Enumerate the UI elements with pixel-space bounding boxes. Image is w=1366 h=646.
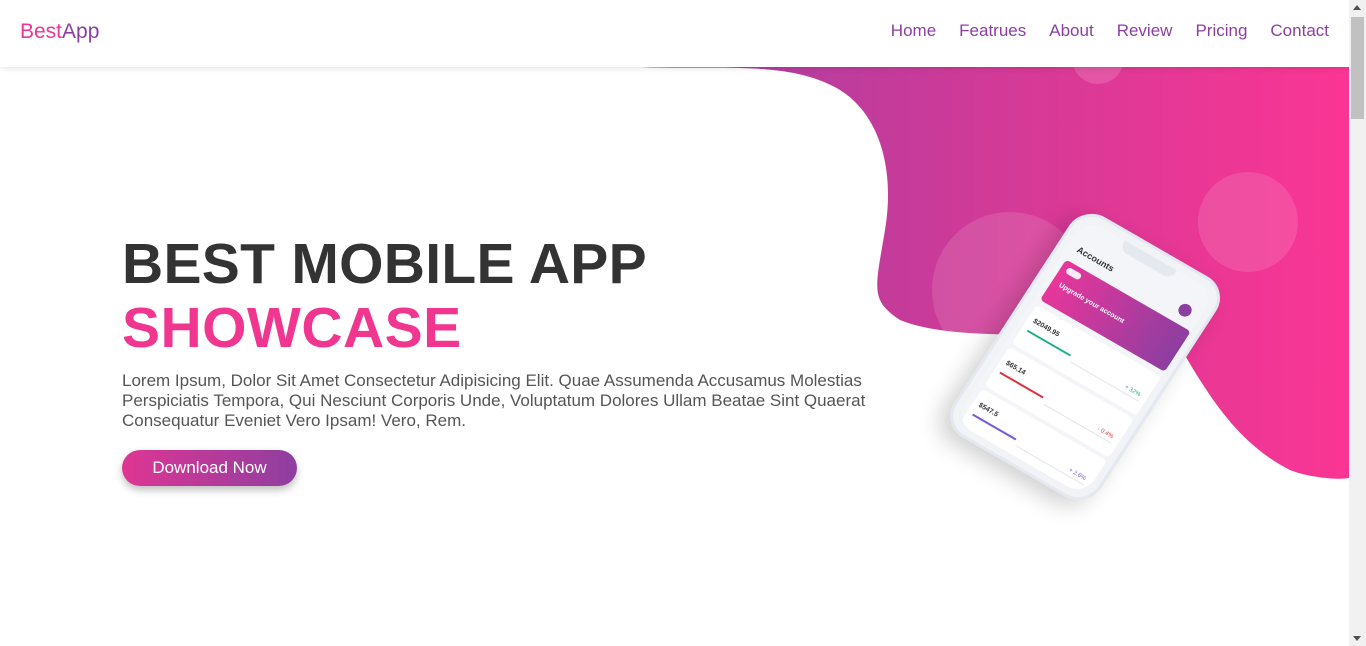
download-now-button[interactable]: Download Now [122,450,297,486]
scroll-down-arrow-icon[interactable] [1353,636,1361,641]
scrollbar-thumb[interactable] [1351,17,1364,119]
main-nav: Home Featrues About Review Pricing Conta… [868,21,1329,41]
hero-content: BEST MOBILE APP SHOWCASE Lorem Ipsum, Do… [122,232,882,486]
avatar-icon [1175,301,1195,319]
banner-text: Upgrade your account [1057,281,1126,326]
hero-description: Lorem Ipsum, Dolor Sit Amet Consectetur … [122,371,866,430]
logo-text-app: App [62,20,100,43]
logo-text-best: Best [20,20,63,43]
nav-link-about[interactable]: About [1049,21,1093,41]
nav-link-contact[interactable]: Contact [1270,21,1329,41]
scroll-up-arrow-icon[interactable] [1353,5,1361,10]
hero-title-line2: SHOWCASE [122,296,462,360]
nav-link-home[interactable]: Home [891,21,936,41]
nav-link-review[interactable]: Review [1117,21,1173,41]
top-navbar: BestApp Home Featrues About Review Prici… [0,0,1349,67]
nav-link-features[interactable]: Featrues [959,21,1026,41]
card-value: $65.14 [1004,359,1027,377]
page-scrollbar[interactable] [1349,0,1366,646]
brand-logo[interactable]: BestApp [20,20,99,44]
card-percent: + 32% [1123,384,1142,399]
nav-link-pricing[interactable]: Pricing [1195,21,1247,41]
banner-pill [1064,266,1083,281]
page: BestApp Home Featrues About Review Prici… [0,0,1349,646]
card-value: $547.5 [976,401,1000,419]
hero-title-line1: BEST MOBILE APP [122,232,647,296]
